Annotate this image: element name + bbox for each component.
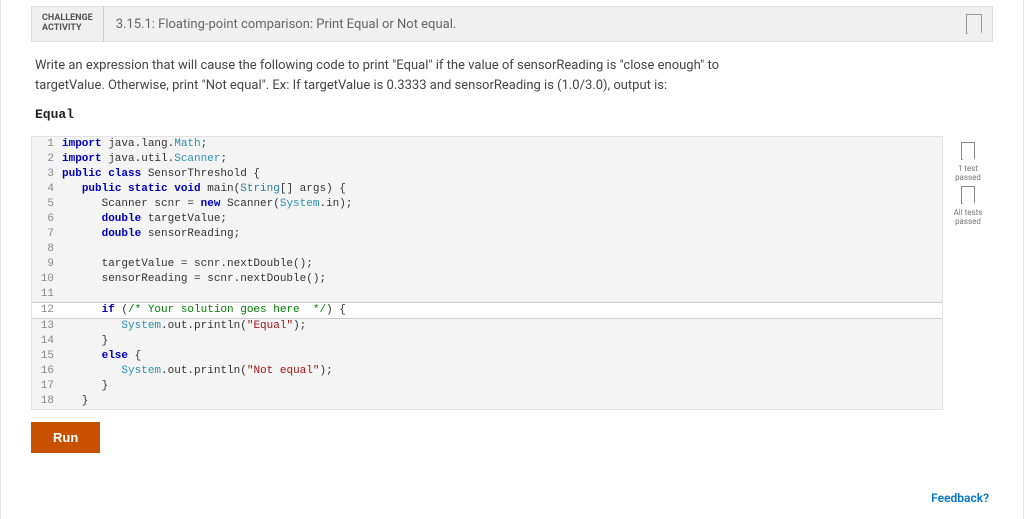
- line-number: 3: [32, 167, 62, 182]
- line-number: 13: [32, 319, 62, 334]
- code-text[interactable]: }: [62, 379, 942, 394]
- test-status-icon: [961, 142, 975, 160]
- code-text[interactable]: import java.util.Scanner;: [62, 152, 942, 167]
- code-text[interactable]: public class SensorThreshold {: [62, 167, 942, 182]
- code-text[interactable]: [62, 287, 942, 302]
- line-number: 10: [32, 272, 62, 287]
- code-text[interactable]: import java.lang.Math;: [62, 137, 942, 152]
- badge-line2: ACTIVITY: [42, 24, 93, 34]
- challenge-panel: CHALLENGE ACTIVITY 3.15.1: Floating-poin…: [0, 0, 1024, 519]
- prompt-line1: Write an expression that will cause the …: [35, 56, 989, 76]
- line-number: 8: [32, 242, 62, 257]
- code-line[interactable]: 6 double targetValue;: [32, 212, 942, 227]
- code-text[interactable]: double sensorReading;: [62, 227, 942, 242]
- test-status-sidebar: 1 test passed All tests passed: [943, 136, 993, 226]
- line-number: 4: [32, 182, 62, 197]
- code-text[interactable]: }: [62, 394, 942, 409]
- line-number: 7: [32, 227, 62, 242]
- code-text[interactable]: public static void main(String[] args) {: [62, 182, 942, 197]
- code-line[interactable]: 8: [32, 242, 942, 257]
- bookmark-icon[interactable]: [966, 14, 982, 34]
- test-status-1: 1 test passed: [955, 164, 981, 182]
- code-line[interactable]: 17 }: [32, 379, 942, 394]
- code-line[interactable]: 5 Scanner scnr = new Scanner(System.in);: [32, 197, 942, 212]
- test-status-2: All tests passed: [954, 208, 983, 226]
- prompt-line2: targetValue. Otherwise, print "Not equal…: [35, 76, 989, 96]
- line-number: 17: [32, 379, 62, 394]
- challenge-badge: CHALLENGE ACTIVITY: [32, 7, 104, 41]
- code-text[interactable]: Scanner scnr = new Scanner(System.in);: [62, 197, 942, 212]
- prompt-text: Write an expression that will cause the …: [31, 42, 993, 101]
- line-number: 6: [32, 212, 62, 227]
- line-number: 5: [32, 197, 62, 212]
- code-line[interactable]: 15 else {: [32, 349, 942, 364]
- line-number: 11: [32, 287, 62, 302]
- code-line[interactable]: 18 }: [32, 394, 942, 409]
- line-number: 12: [32, 303, 62, 318]
- code-line[interactable]: 12 if (/* Your solution goes here */) {: [32, 302, 942, 319]
- code-text[interactable]: if (/* Your solution goes here */) {: [62, 303, 942, 318]
- line-number: 2: [32, 152, 62, 167]
- code-line[interactable]: 14 }: [32, 334, 942, 349]
- code-text[interactable]: [62, 242, 942, 257]
- code-text[interactable]: System.out.println("Not equal");: [62, 364, 942, 379]
- feedback-link[interactable]: Feedback?: [931, 491, 989, 505]
- code-line[interactable]: 16 System.out.println("Not equal");: [32, 364, 942, 379]
- challenge-header: CHALLENGE ACTIVITY 3.15.1: Floating-poin…: [31, 6, 993, 42]
- line-number: 1: [32, 137, 62, 152]
- code-text[interactable]: else {: [62, 349, 942, 364]
- code-line[interactable]: 4 public static void main(String[] args)…: [32, 182, 942, 197]
- challenge-title: 3.15.1: Floating-point comparison: Print…: [104, 17, 966, 32]
- code-text[interactable]: System.out.println("Equal");: [62, 319, 942, 334]
- code-editor[interactable]: 1import java.lang.Math;2import java.util…: [31, 136, 943, 410]
- code-line[interactable]: 11: [32, 287, 942, 302]
- line-number: 15: [32, 349, 62, 364]
- all-tests-icon: [961, 186, 975, 204]
- action-row: Run: [31, 422, 993, 453]
- code-text[interactable]: double targetValue;: [62, 212, 942, 227]
- code-text[interactable]: targetValue = scnr.nextDouble();: [62, 257, 942, 272]
- code-line[interactable]: 9 targetValue = scnr.nextDouble();: [32, 257, 942, 272]
- run-button[interactable]: Run: [31, 422, 100, 453]
- line-number: 18: [32, 394, 62, 409]
- editor-row: 1import java.lang.Math;2import java.util…: [31, 136, 993, 410]
- code-line[interactable]: 10 sensorReading = scnr.nextDouble();: [32, 272, 942, 287]
- line-number: 16: [32, 364, 62, 379]
- line-number: 14: [32, 334, 62, 349]
- code-line[interactable]: 2import java.util.Scanner;: [32, 152, 942, 167]
- code-line[interactable]: 1import java.lang.Math;: [32, 137, 942, 152]
- expected-output: Equal: [31, 101, 993, 136]
- code-text[interactable]: sensorReading = scnr.nextDouble();: [62, 272, 942, 287]
- code-line[interactable]: 7 double sensorReading;: [32, 227, 942, 242]
- code-line[interactable]: 13 System.out.println("Equal");: [32, 319, 942, 334]
- line-number: 9: [32, 257, 62, 272]
- code-text[interactable]: }: [62, 334, 942, 349]
- code-line[interactable]: 3public class SensorThreshold {: [32, 167, 942, 182]
